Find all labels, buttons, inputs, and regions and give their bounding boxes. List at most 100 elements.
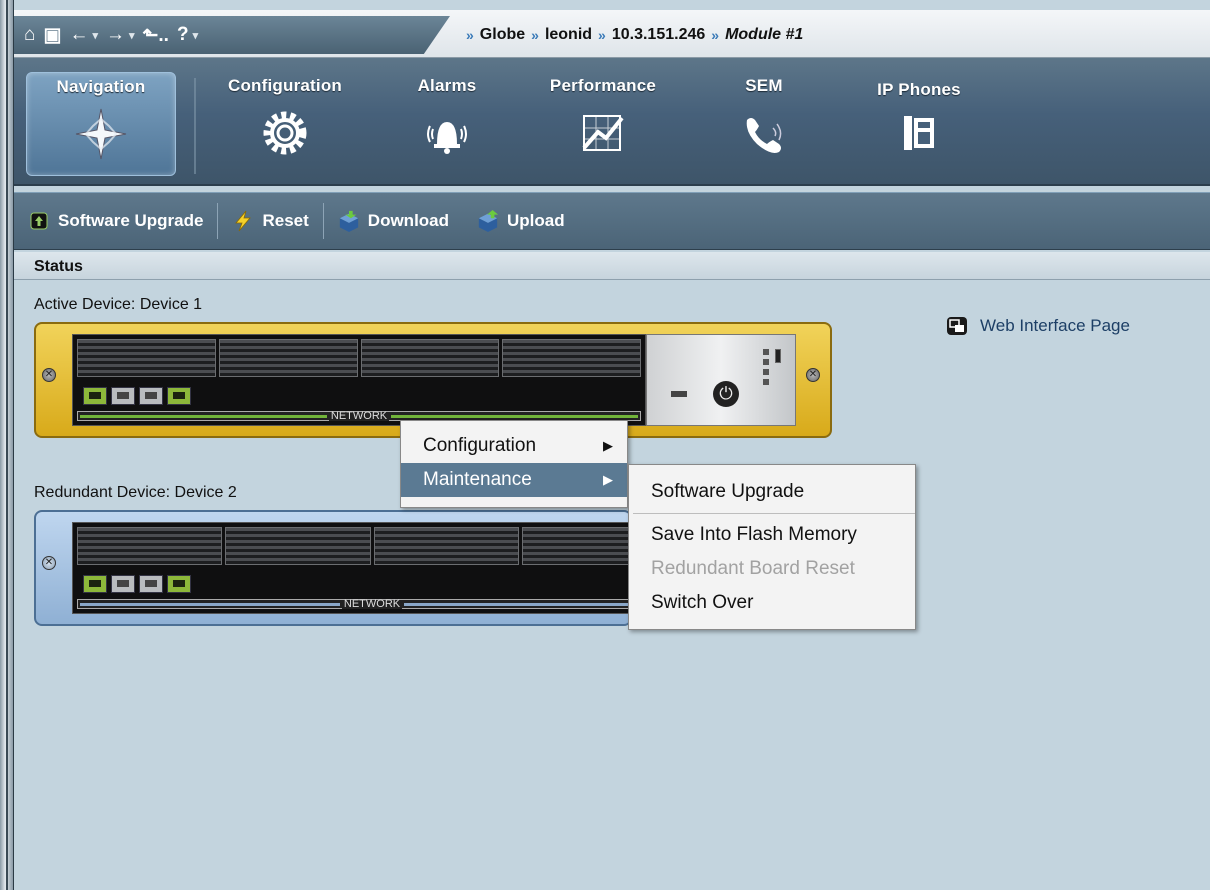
menu-item-label: Save Into Flash Memory [651,524,857,545]
menu-item-maintenance[interactable]: Maintenance ▶ [401,463,627,497]
app-window: ⌂ ▣ ← ▾ → ▾ ⬑.. ? ▾ » Globe » leonid » 1… [0,0,1210,890]
home-icon[interactable]: ⌂ [24,24,35,46]
vent [77,527,223,565]
device-control-panel: ⏻ [646,334,796,426]
ribbon-divider [194,78,196,174]
tab-navigation[interactable]: Navigation [26,72,176,176]
tab-label: Configuration [227,76,343,95]
network-port-icon[interactable] [83,575,107,593]
tab-alarms[interactable]: Alarms [372,72,522,176]
reset-label: Reset [262,211,309,230]
network-label: NETWORK [341,597,403,610]
phone-handset-icon [746,118,782,153]
upgrade-arrow-icon [28,210,50,232]
vent [360,339,500,377]
tab-configuration[interactable]: Configuration [210,72,360,176]
tab-sem[interactable]: SEM [704,72,824,176]
vent [373,527,519,565]
network-port-icon[interactable] [139,387,163,405]
network-port-icon[interactable] [139,575,163,593]
power-icon[interactable]: ⏻ [713,381,739,407]
device-panel: NETWORK [72,522,672,614]
vent [502,339,641,377]
breadcrumb-item-globe[interactable]: Globe [480,26,525,44]
tab-ip-phones[interactable]: IP Phones [844,72,994,176]
breadcrumb-separator-icon: » [598,27,606,43]
menu-item-software-upgrade[interactable]: Software Upgrade [629,475,915,509]
network-bar: NETWORK [77,597,667,610]
web-interface-link[interactable]: Web Interface Page [946,316,1130,336]
status-heading: Status [14,252,1210,280]
software-upgrade-button[interactable]: Software Upgrade [14,201,217,241]
main-ribbon: Navigation Configuration Alarms Performa… [14,58,1210,186]
screw-icon: ✕ [806,368,820,382]
breadcrumb-current: Module #1 [725,26,804,43]
redundant-device-board[interactable]: ✕ NETWORK [34,510,672,626]
network-port-icon[interactable] [83,387,107,405]
network-line [80,602,340,606]
active-device-label: Active Device: Device 1 [34,296,203,313]
menu-item-label: Configuration [423,435,537,456]
menu-item-switch-over[interactable]: Switch Over [629,586,915,620]
network-ports [83,575,191,593]
back-dropdown-icon[interactable]: ▾ [92,29,98,42]
network-label: NETWORK [328,409,390,422]
vent [77,339,216,377]
breadcrumb-separator-icon: » [531,27,539,43]
back-arrow-icon[interactable]: ← [69,24,88,46]
upload-box-icon [477,210,499,232]
tab-label: SEM [745,76,783,95]
status-led [775,349,781,363]
tab-label: IP Phones [877,80,961,99]
submenu-arrow-icon: ▶ [603,438,613,453]
forward-arrow-icon[interactable]: → [106,24,125,46]
help-icon[interactable]: ? [177,24,189,46]
up-level-icon[interactable]: ⬑.. [143,24,169,47]
submenu-arrow-icon: ▶ [603,472,613,487]
device-panel: NETWORK [72,334,646,426]
screw-icon: ✕ [42,556,56,570]
breadcrumb-item-ip[interactable]: 10.3.151.246 [612,26,705,44]
software-upgrade-label: Software Upgrade [58,211,204,230]
vent-grid [77,527,667,565]
upload-label: Upload [507,211,565,230]
network-line [80,414,327,418]
screw-icon: ✕ [42,368,56,382]
network-port-icon[interactable] [111,575,135,593]
network-ports [83,387,191,405]
desktop-icon[interactable]: ▣ [43,24,61,47]
menu-item-label: Maintenance [423,469,532,490]
menu-item-label: Software Upgrade [651,481,805,502]
upload-button[interactable]: Upload [463,201,579,241]
breadcrumb: » Globe » leonid » 10.3.151.246 » Module… [466,26,803,44]
network-port-icon[interactable] [111,387,135,405]
top-bar: ⌂ ▣ ← ▾ → ▾ ⬑.. ? ▾ » Globe » leonid » 1… [14,10,1210,58]
network-port-icon[interactable] [167,575,191,593]
breadcrumb-item-leonid[interactable]: leonid [545,26,592,44]
maintenance-submenu: Software Upgrade Save Into Flash Memory … [628,464,916,630]
vent [225,527,371,565]
tab-performance[interactable]: Performance [528,72,678,176]
gear-icon [263,111,307,155]
ip-phone-icon [904,116,934,150]
network-line [404,602,665,606]
download-label: Download [367,211,450,230]
menu-item-save-into-flash[interactable]: Save Into Flash Memory [629,518,915,552]
tab-label: Alarms [417,76,477,95]
menu-item-label: Redundant Board Reset [651,558,855,579]
help-dropdown-icon[interactable]: ▾ [193,29,199,42]
web-interface-icon [947,317,967,335]
alarm-bell-icon [427,122,467,154]
performance-chart-icon [582,115,624,151]
context-menu: Configuration ▶ Maintenance ▶ [400,420,628,508]
menu-item-redundant-board-reset: Redundant Board Reset [629,552,915,586]
forward-dropdown-icon[interactable]: ▾ [129,29,135,42]
menu-separator [633,513,915,514]
reset-button[interactable]: Reset [218,201,322,241]
menu-item-configuration[interactable]: Configuration ▶ [401,429,627,463]
redundant-device-label: Redundant Device: Device 2 [34,484,237,501]
network-port-icon[interactable] [167,387,191,405]
usb-slot [671,391,687,397]
window-left-edge [0,0,14,890]
download-button[interactable]: Download [324,201,463,241]
